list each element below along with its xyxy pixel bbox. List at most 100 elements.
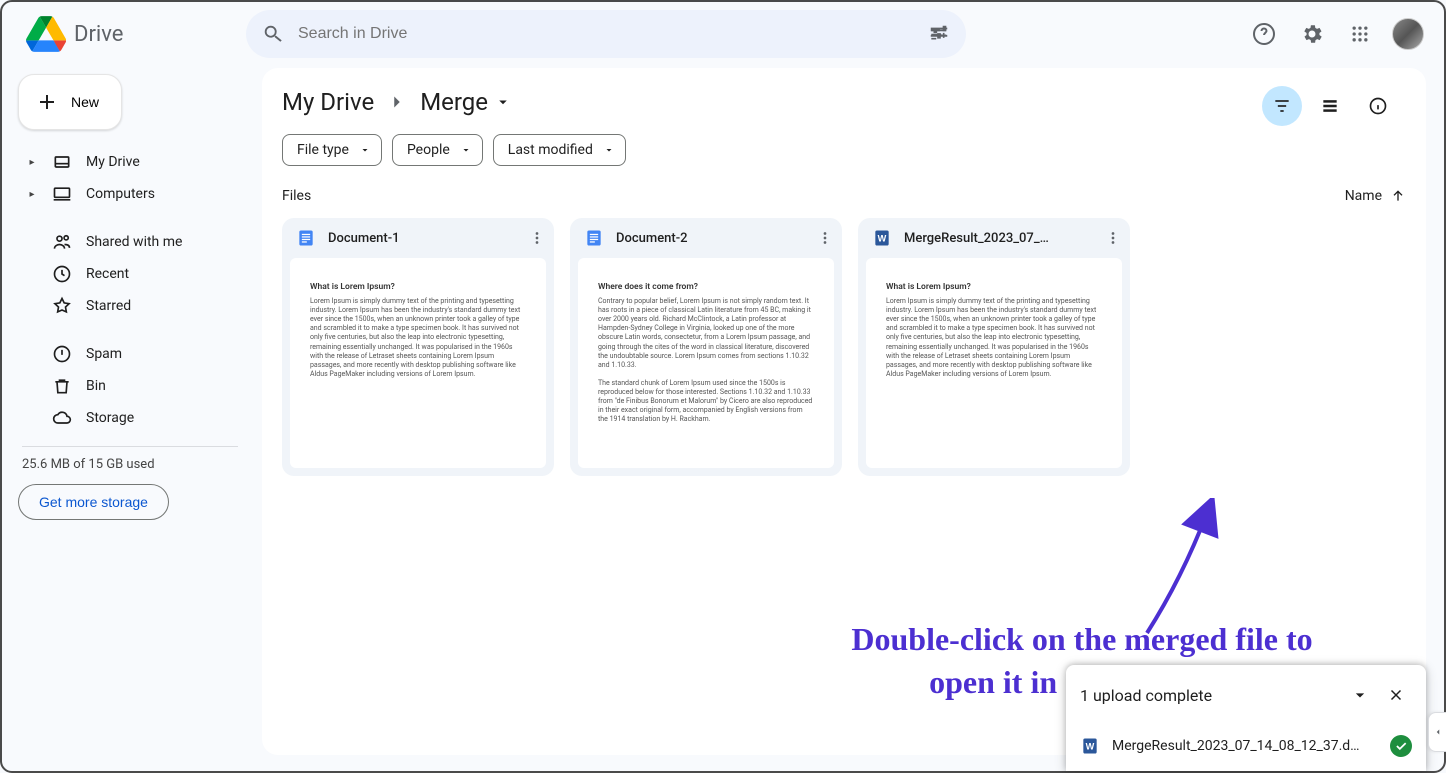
new-button-label: New [71, 94, 99, 110]
file-card[interactable]: Document-2 Where does it come from? Cont… [570, 218, 842, 476]
toast-title: 1 upload complete [1080, 686, 1212, 705]
computers-icon [52, 184, 72, 204]
caret-icon: ▸ [26, 157, 38, 168]
file-thumbnail: What is Lorem Ipsum? Lorem Ipsum is simp… [290, 258, 546, 468]
storage-usage-text: 25.6 MB of 15 GB used [18, 457, 242, 472]
info-icon [1368, 96, 1388, 116]
settings-button[interactable] [1292, 14, 1332, 54]
header: Drive [2, 2, 1444, 66]
sidebar-item-label: Computers [86, 186, 155, 202]
toast-collapse-button[interactable] [1344, 679, 1376, 711]
logo-area[interactable]: Drive [18, 14, 238, 54]
file-card[interactable]: W MergeResult_2023_07_… What is Lorem Ip… [858, 218, 1130, 476]
chip-last-modified[interactable]: Last modified [493, 134, 626, 166]
file-thumbnail: Where does it come from? Contrary to pop… [578, 258, 834, 468]
file-card[interactable]: Document-1 What is Lorem Ipsum? Lorem Ip… [282, 218, 554, 476]
more-icon[interactable] [528, 229, 546, 247]
sidebar-item-storage[interactable]: Storage [18, 402, 242, 434]
sort-label: Name [1345, 188, 1382, 204]
toast-file-name: MergeResult_2023_07_14_08_12_37.d… [1112, 738, 1378, 754]
close-icon [1387, 686, 1405, 704]
sidebar: New ▸ My Drive ▸ Computers Shared with m… [2, 66, 258, 520]
sidebar-item-starred[interactable]: Starred [18, 290, 242, 322]
side-panel-toggle[interactable] [1428, 712, 1446, 752]
upload-toast: 1 upload complete W MergeResult_2023_07_… [1066, 665, 1426, 771]
more-icon[interactable] [816, 229, 834, 247]
my-drive-icon [52, 152, 72, 172]
search-bar[interactable] [246, 10, 966, 58]
file-grid: Document-1 What is Lorem Ipsum? Lorem Ip… [282, 218, 1406, 476]
get-more-storage-button[interactable]: Get more storage [18, 484, 169, 520]
chevron-down-icon [359, 144, 371, 156]
svg-text:W: W [1086, 741, 1095, 751]
filter-chips: File type People Last modified [282, 134, 1406, 166]
sort-button[interactable]: Name [1345, 188, 1406, 204]
avatar [1392, 18, 1424, 50]
filter-view-button[interactable] [1262, 86, 1302, 126]
sidebar-item-label: Recent [86, 266, 129, 282]
chip-file-type[interactable]: File type [282, 134, 382, 166]
clock-icon [52, 264, 72, 284]
section-label: Files [282, 188, 311, 204]
more-icon[interactable] [1104, 229, 1122, 247]
list-view-icon [1320, 96, 1340, 116]
sidebar-item-bin[interactable]: Bin [18, 370, 242, 402]
search-input[interactable] [298, 25, 914, 43]
sidebar-item-recent[interactable]: Recent [18, 258, 242, 290]
chevron-down-icon [460, 144, 472, 156]
gdoc-icon [584, 228, 604, 248]
sidebar-item-computers[interactable]: ▸ Computers [18, 178, 242, 210]
sidebar-item-shared[interactable]: Shared with me [18, 226, 242, 258]
bin-icon [52, 376, 72, 396]
new-button[interactable]: New [18, 74, 122, 130]
sidebar-item-label: Starred [86, 298, 131, 314]
svg-text:W: W [878, 233, 887, 243]
chevron-right-icon [386, 91, 408, 113]
spam-icon [52, 344, 72, 364]
chevron-down-icon [603, 144, 615, 156]
gdoc-icon [296, 228, 316, 248]
sidebar-item-spam[interactable]: Spam [18, 338, 242, 370]
star-icon [52, 296, 72, 316]
search-options-icon[interactable] [928, 23, 950, 45]
arrow-up-icon [1390, 188, 1406, 204]
thumb-heading: Where does it come from? [598, 282, 814, 293]
plus-icon [35, 90, 59, 114]
apps-button[interactable] [1340, 14, 1380, 54]
drive-logo-icon [26, 14, 66, 54]
account-button[interactable] [1388, 14, 1428, 54]
file-name: MergeResult_2023_07_… [904, 231, 1092, 246]
sidebar-item-my-drive[interactable]: ▸ My Drive [18, 146, 242, 178]
toast-file-row[interactable]: W MergeResult_2023_07_14_08_12_37.d… [1066, 725, 1426, 771]
upload-success-icon [1390, 735, 1412, 757]
word-icon: W [1080, 736, 1100, 756]
sidebar-item-label: Storage [86, 410, 134, 426]
header-right [1244, 14, 1428, 54]
toast-close-button[interactable] [1380, 679, 1412, 711]
search-icon [262, 23, 284, 45]
help-icon [1252, 22, 1276, 46]
sidebar-item-label: Spam [86, 346, 122, 362]
list-view-button[interactable] [1310, 86, 1350, 126]
breadcrumb-current-label: Merge [420, 88, 488, 116]
sidebar-item-label: My Drive [86, 154, 140, 170]
breadcrumb: My Drive Merge [282, 88, 1406, 116]
gear-icon [1300, 22, 1324, 46]
chip-label: Last modified [508, 142, 593, 158]
thumb-heading: What is Lorem Ipsum? [310, 282, 526, 293]
main-toolbar [1262, 86, 1398, 126]
caret-icon: ▸ [26, 189, 38, 200]
file-name: Document-2 [616, 231, 804, 246]
breadcrumb-current[interactable]: Merge [420, 88, 512, 116]
help-button[interactable] [1244, 14, 1284, 54]
sidebar-item-label: Bin [86, 378, 106, 394]
info-button[interactable] [1358, 86, 1398, 126]
breadcrumb-root[interactable]: My Drive [282, 88, 374, 116]
filter-lines-icon-fill [1272, 96, 1292, 116]
file-name: Document-1 [328, 231, 516, 246]
sidebar-item-label: Shared with me [86, 234, 182, 250]
cloud-icon [52, 408, 72, 428]
chip-label: People [407, 142, 450, 158]
apps-grid-icon [1350, 24, 1370, 44]
chip-people[interactable]: People [392, 134, 483, 166]
